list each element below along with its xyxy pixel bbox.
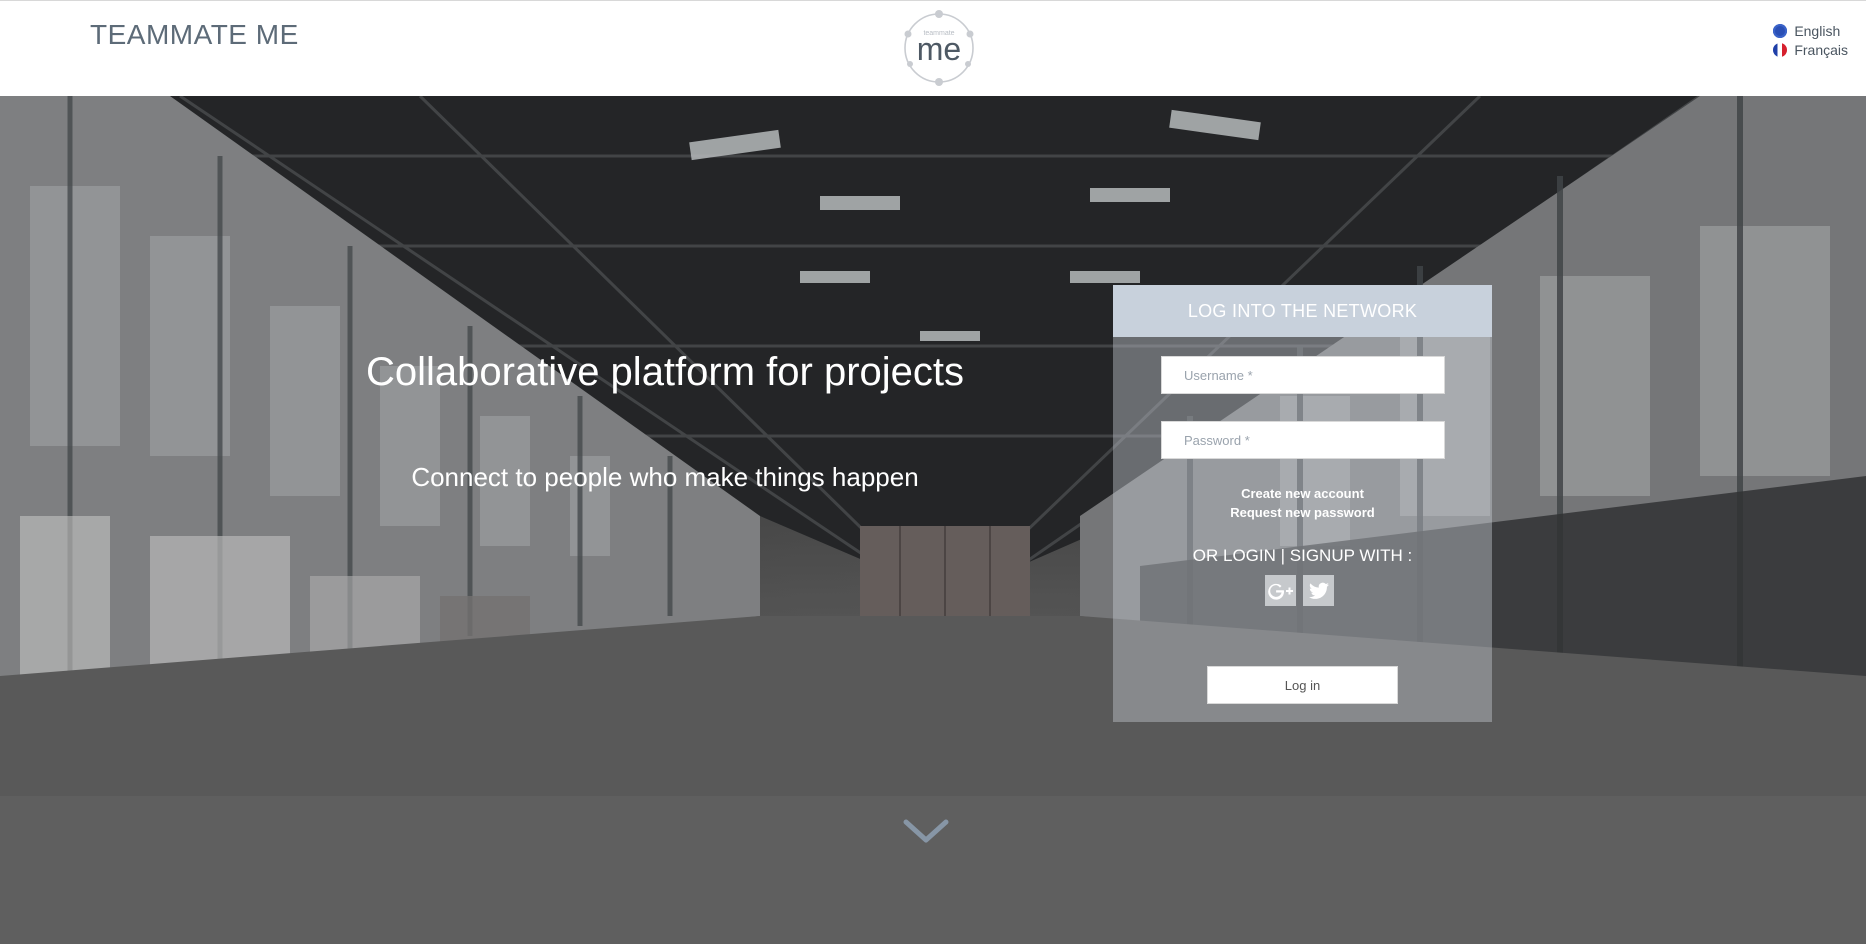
- top-header: TEAMMATE ME teammate me English Français: [0, 0, 1866, 96]
- login-button[interactable]: Log in: [1207, 666, 1398, 704]
- fr-flag-icon: [1773, 42, 1788, 57]
- language-switcher: English Français: [1773, 21, 1848, 59]
- password-input[interactable]: [1161, 421, 1445, 459]
- teammate-me-logo[interactable]: teammate me: [900, 9, 978, 87]
- language-label: English: [1794, 22, 1841, 39]
- account-links: Create new account Request new password: [1113, 484, 1492, 522]
- language-french[interactable]: Français: [1773, 40, 1848, 59]
- hero-section: Collaborative platform for projects Conn…: [0, 96, 1866, 944]
- create-account-link[interactable]: Create new account: [1113, 484, 1492, 503]
- eu-flag-icon: [1773, 23, 1788, 38]
- scroll-down-chevron-icon[interactable]: [902, 818, 950, 846]
- request-password-link[interactable]: Request new password: [1113, 503, 1492, 522]
- login-panel-heading: LOG INTO THE NETWORK: [1113, 285, 1492, 337]
- brand-name[interactable]: TEAMMATE ME: [90, 19, 299, 51]
- social-login-label: OR LOGIN | SIGNUP WITH :: [1192, 546, 1413, 565]
- google-plus-icon: [1267, 583, 1293, 600]
- warehouse-background-image: [0, 96, 1866, 944]
- language-label: Français: [1794, 41, 1848, 58]
- twitter-button[interactable]: [1303, 575, 1334, 606]
- login-panel: LOG INTO THE NETWORK Create new account …: [1113, 285, 1492, 722]
- language-english[interactable]: English: [1773, 21, 1848, 40]
- logo-text: me: [917, 31, 961, 67]
- twitter-icon: [1308, 582, 1329, 599]
- social-login-buttons: [1265, 575, 1334, 606]
- username-input[interactable]: [1161, 356, 1445, 394]
- google-plus-button[interactable]: [1265, 575, 1296, 606]
